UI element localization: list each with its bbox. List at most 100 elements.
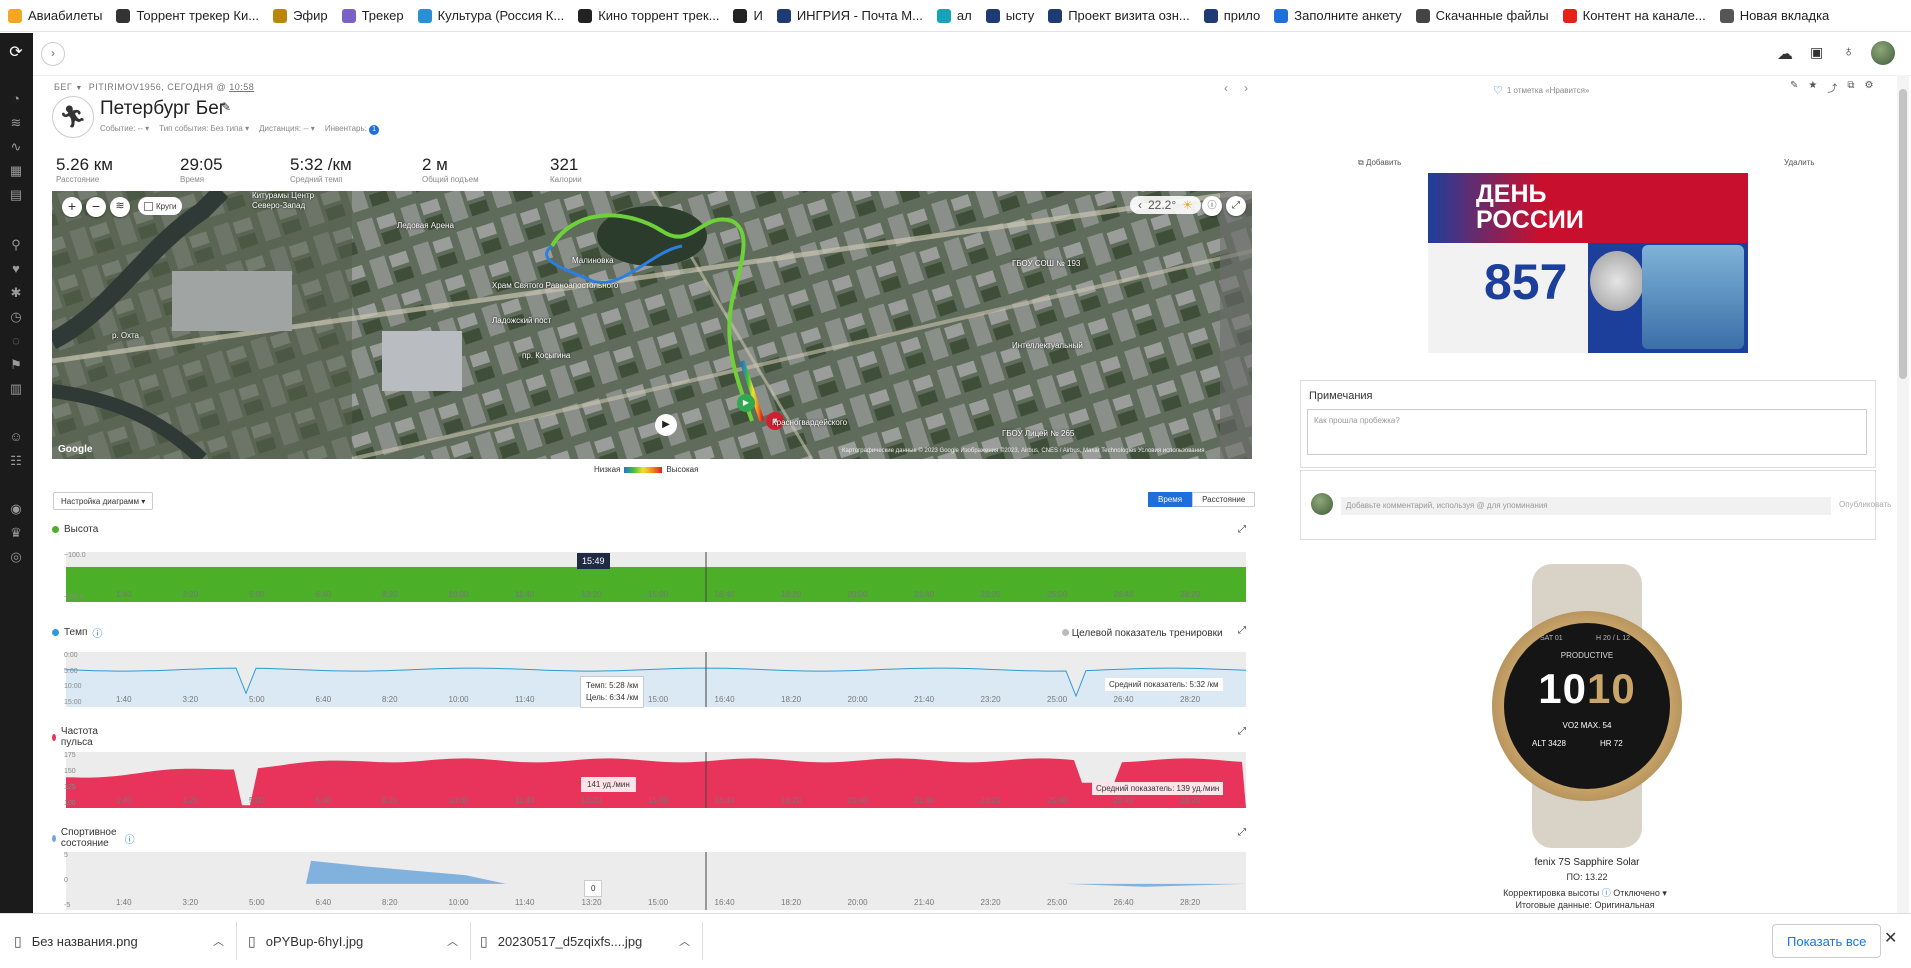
garmin-connect-logo-icon[interactable]: ⟳ [8, 45, 24, 61]
groups-icon[interactable]: ☷ [8, 453, 24, 469]
trophy-icon[interactable]: ♛ [8, 525, 24, 541]
chevron-up-icon[interactable]: ︿ [447, 933, 458, 949]
bookmark-item[interactable]: ИНГРИЯ - Почта М... [776, 8, 923, 23]
stat-value: 5.26 км [56, 155, 113, 174]
activity-map[interactable]: + − ≋ Круги ‹ 22.2° ☀ ⓘ ⤢ ▶ ▶ ■ Google К… [52, 191, 1252, 459]
expand-chart-icon[interactable]: ⤢ [1238, 625, 1246, 636]
export-icon[interactable]: ⧉ [1847, 80, 1854, 95]
chevron-up-icon[interactable]: ︿ [213, 933, 224, 949]
event-type-dropdown[interactable]: Тип события: Без типа ▾ [159, 124, 249, 135]
prev-activity-chevron-icon[interactable]: ‹ [1224, 81, 1228, 95]
stat-value: 5:32 /км [290, 155, 352, 174]
edit-title-pencil-icon[interactable]: ✎ [221, 100, 231, 114]
bookmark-item[interactable]: ысту [985, 8, 1034, 23]
download-item[interactable]: ▯ oPYBup-6hyI.jpg ︿ [248, 914, 458, 968]
favorite-star-icon[interactable]: ★ [1808, 80, 1817, 95]
close-downloads-bar-icon[interactable]: ✕ [1884, 928, 1897, 948]
activity-photo[interactable]: ДЕНЬ РОССИИ 857 [1428, 173, 1748, 353]
expand-chart-icon[interactable]: ⤢ [1238, 524, 1246, 535]
lightbulb-icon[interactable]: ♁ [1843, 43, 1854, 60]
bookmark-item[interactable]: Торрент трекер Ки... [116, 8, 259, 23]
replay-info-button[interactable]: ⓘ [1202, 196, 1222, 216]
reports-icon[interactable]: ▤ [8, 187, 24, 203]
expand-chart-icon[interactable]: ⤢ [1238, 827, 1246, 838]
scrollbar-thumb[interactable] [1899, 89, 1907, 379]
show-all-downloads-button[interactable]: Показать все [1772, 924, 1882, 958]
bookmark-item[interactable]: Проект визита озн... [1048, 8, 1190, 23]
bookmark-item[interactable]: Кино торрент трек... [578, 8, 719, 23]
toggle-distance-button[interactable]: Расстояние [1192, 492, 1256, 507]
expand-chart-icon[interactable]: ⤢ [1238, 726, 1246, 737]
bar-chart-icon[interactable]: ▥ [8, 381, 24, 397]
share-icon[interactable]: ⤴ [1827, 80, 1837, 95]
help-icon[interactable]: ⓘ [125, 831, 135, 846]
elev-correction-value[interactable]: Отключено [1613, 888, 1660, 898]
inbox-icon[interactable]: ▣ [1810, 44, 1823, 61]
fullscreen-map-icon[interactable]: ⤢ [1226, 196, 1246, 216]
edit-icon[interactable]: ✎ [1790, 80, 1798, 95]
publish-comment-button[interactable]: Опубликовать [1839, 500, 1891, 509]
settings-gear-icon[interactable]: ⚙ [1865, 80, 1874, 95]
toggle-time-button[interactable]: Время [1148, 492, 1193, 507]
bookmark-item[interactable]: прило [1203, 8, 1260, 23]
chevron-up-icon[interactable]: ︿ [679, 933, 690, 949]
chart-settings-dropdown[interactable]: Настройка диаграмм ▾ [53, 492, 154, 510]
training-icon[interactable]: ✱ [8, 285, 24, 301]
bookmark-item[interactable]: ал [936, 8, 972, 23]
likes-row[interactable]: ♡ 1 отметка «Нравится» [1493, 84, 1589, 97]
zoom-in-button[interactable]: + [62, 197, 82, 217]
expand-nav-button[interactable]: › [41, 42, 65, 66]
course-dropdown[interactable]: Дистанция: -- ▾ [259, 124, 315, 135]
laps-toggle[interactable]: Круги [138, 197, 183, 215]
weather-widget[interactable]: ‹ 22.2° ☀ [1130, 196, 1201, 214]
download-item[interactable]: ▯ Без названия.png ︿ [14, 914, 224, 968]
bookmark-label: ал [956, 8, 972, 23]
badges-icon[interactable]: ◉ [8, 501, 24, 517]
activity-chart-icon[interactable]: ∿ [8, 139, 24, 155]
target-legend-toggle[interactable]: Целевой показатель тренировки [1062, 628, 1223, 639]
help-icon[interactable]: ⓘ [92, 625, 102, 640]
bookmark-item[interactable]: Контент на канале... [1562, 8, 1706, 23]
notes-textarea[interactable]: Как прошла пробежка? [1307, 409, 1867, 455]
connections-icon[interactable]: ☺ [8, 429, 24, 445]
event-dropdown[interactable]: Событие: -- ▾ [100, 124, 149, 135]
bookmark-item[interactable]: Трекер [341, 8, 404, 23]
user-avatar[interactable] [1871, 41, 1895, 65]
dashboard-icon[interactable]: ◔ [8, 91, 24, 107]
add-photo-link[interactable]: ⧉ Добавить [1358, 158, 1401, 168]
activity-time-label[interactable]: 10:58 [229, 82, 254, 92]
layers-icon[interactable]: ≋ [8, 115, 24, 131]
bookmark-favicon-icon [273, 8, 288, 23]
cloud-upload-icon[interactable]: ☁ [1777, 44, 1793, 64]
x-axis-tick: 18:20 [781, 796, 802, 805]
heart-chart-title: Частота пульса [52, 726, 101, 748]
laps-checkbox[interactable] [144, 201, 153, 211]
next-activity-chevron-icon[interactable]: › [1244, 81, 1248, 95]
bookmark-item[interactable]: Новая вкладка [1719, 8, 1829, 23]
device-name[interactable]: fenix 7S Sapphire Solar [1484, 857, 1690, 868]
health-heart-icon[interactable]: ♥ [8, 261, 24, 277]
challenges-icon[interactable]: ◎ [8, 549, 24, 565]
bookmark-item[interactable]: Эфир [273, 8, 328, 23]
gear-dropdown[interactable]: Инвентарь: 1 [325, 124, 380, 135]
play-replay-button[interactable]: ▶ [655, 414, 677, 436]
bookmark-item[interactable]: Скачанные файлы [1415, 8, 1549, 23]
delete-photo-link[interactable]: Удалить [1784, 158, 1815, 167]
location-pin-icon[interactable]: ⚑ [8, 357, 24, 373]
bookmark-item[interactable]: И [733, 8, 763, 23]
download-item[interactable]: ▯ 20230517_d5zqixfs....jpg ︿ [480, 914, 690, 968]
activity-title[interactable]: Петербург Бег [100, 98, 226, 120]
bookmark-item[interactable]: Заполните анкету [1274, 8, 1402, 23]
page-scrollbar[interactable] [1897, 75, 1909, 913]
comment-input[interactable]: Добавьте комментарий, используя @ для уп… [1341, 497, 1831, 515]
calendar-icon[interactable]: ▦ [8, 163, 24, 179]
running-icon[interactable]: ⚲ [8, 237, 24, 253]
zoom-out-button[interactable]: − [86, 197, 106, 217]
y-axis-tick: 175 [64, 752, 76, 759]
bookmark-item[interactable]: Культура (Россия К... [417, 8, 564, 23]
stopwatch-icon[interactable]: ◷ [8, 309, 24, 325]
activity-type-label[interactable]: БЕГ [54, 82, 72, 92]
bookmark-item[interactable]: Авиабилеты [8, 8, 102, 23]
map-layers-button[interactable]: ≋ [110, 197, 130, 217]
gear-tracking-icon[interactable]: ◌ [8, 333, 24, 349]
